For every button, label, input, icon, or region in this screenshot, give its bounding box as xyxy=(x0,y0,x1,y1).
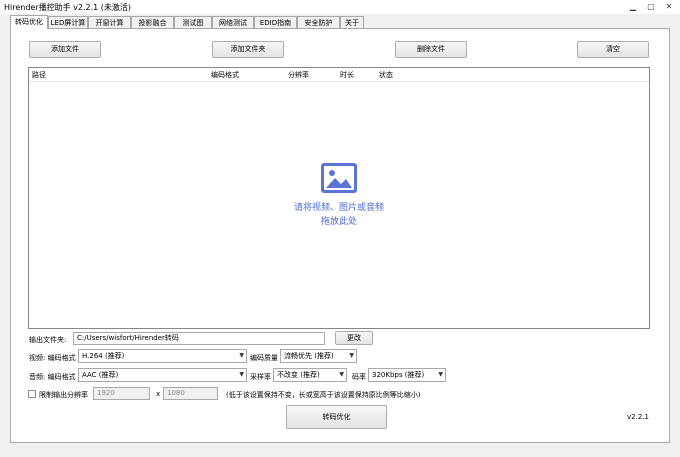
audio-samplerate-select[interactable]: 不改变 (推荐) ▼ xyxy=(273,368,347,382)
list-header: 路径 编码格式 分辨率 时长 状态 xyxy=(29,68,649,82)
limit-resolution-label: 限制输出分辨率 xyxy=(39,391,88,399)
tab-test-pattern[interactable]: 测试图 xyxy=(174,16,212,28)
window-title: Hirender播控助手 v2.2.1 (未激活) xyxy=(4,3,132,12)
limit-width-field[interactable]: 1920 xyxy=(93,387,150,400)
title-bar: Hirender播控助手 v2.2.1 (未激活) ▁ ▢ ✕ xyxy=(0,0,680,14)
video-codec-select[interactable]: H.264 (推荐) ▼ xyxy=(78,349,247,363)
minimize-icon[interactable]: ▁ xyxy=(627,1,639,12)
audio-samplerate-label: 采样率 xyxy=(250,373,271,381)
tab-projection-blend[interactable]: 投影融合 xyxy=(131,16,174,28)
change-folder-button[interactable]: 更改 xyxy=(335,331,373,345)
audio-bitrate-value: 320Kbps (推荐) xyxy=(372,371,425,379)
limit-height-field[interactable]: 1080 xyxy=(163,387,218,400)
image-icon xyxy=(321,163,357,193)
video-quality-select[interactable]: 流畅优先 (推荐) ▼ xyxy=(280,349,357,363)
drop-hint-line1: 请将视频、图片或音频 xyxy=(293,203,384,213)
add-folder-button[interactable]: 添加文件夹 xyxy=(212,41,284,58)
audio-codec-label: 音频: 编码格式 xyxy=(29,373,76,381)
chevron-down-icon: ▼ xyxy=(239,352,244,359)
video-codec-label: 视频: 编码格式 xyxy=(29,354,76,362)
tab-about[interactable]: 关于 xyxy=(340,16,364,28)
drop-hint-line2: 拖放此处 xyxy=(320,217,357,227)
version-label: v2.2.1 xyxy=(627,413,649,421)
chevron-down-icon: ▼ xyxy=(349,352,354,359)
column-path[interactable]: 路径 xyxy=(32,70,46,80)
delete-file-button[interactable]: 删除文件 xyxy=(395,41,467,58)
close-icon[interactable]: ✕ xyxy=(663,1,675,12)
tab-window-calc[interactable]: 开窗计算 xyxy=(88,16,131,28)
tab-edid-guide[interactable]: EDID指南 xyxy=(254,16,297,28)
start-transcode-button[interactable]: 转码优化 xyxy=(286,405,387,429)
video-quality-value: 流畅优先 (推荐) xyxy=(284,352,334,360)
drop-zone[interactable]: 请将视频、图片或音频 拖放此处 xyxy=(29,163,649,229)
column-duration[interactable]: 时长 xyxy=(340,70,354,80)
dimension-separator: x xyxy=(156,390,161,398)
column-codec[interactable]: 编码格式 xyxy=(211,70,239,80)
audio-samplerate-value: 不改变 (推荐) xyxy=(277,371,320,379)
add-file-button[interactable]: 添加文件 xyxy=(29,41,101,58)
chevron-down-icon: ▼ xyxy=(438,371,443,378)
chevron-down-icon: ▼ xyxy=(239,371,244,378)
limit-resolution-checkbox[interactable] xyxy=(28,390,36,398)
file-list[interactable]: 路径 编码格式 分辨率 时长 状态 请将视频、图片或音频 拖放此处 xyxy=(28,67,650,329)
audio-codec-select[interactable]: AAC (推荐) ▼ xyxy=(78,368,247,382)
video-quality-label: 编码质量 xyxy=(250,354,278,362)
limit-resolution-hint: (低于该设置保持不变，长或宽高于该设置保持原比例等比缩小) xyxy=(226,391,421,399)
chevron-down-icon: ▼ xyxy=(339,371,344,378)
tab-led-calc[interactable]: LED屏计算 xyxy=(48,16,88,28)
output-folder-field[interactable]: C:/Users/wisfort/Hirender转码 xyxy=(73,332,325,345)
tab-transcode[interactable]: 转码优化 xyxy=(10,15,48,29)
audio-bitrate-label: 码率 xyxy=(352,373,366,381)
clear-button[interactable]: 清空 xyxy=(577,41,649,58)
tab-security[interactable]: 安全防护 xyxy=(297,16,340,28)
video-codec-value: H.264 (推荐) xyxy=(82,352,125,360)
column-status[interactable]: 状态 xyxy=(379,70,393,80)
maximize-icon[interactable]: ▢ xyxy=(645,1,657,12)
audio-bitrate-select[interactable]: 320Kbps (推荐) ▼ xyxy=(368,368,446,382)
column-resolution[interactable]: 分辨率 xyxy=(288,70,309,80)
audio-codec-value: AAC (推荐) xyxy=(82,371,119,379)
output-folder-label: 输出文件夹: xyxy=(29,336,67,344)
tab-network-test[interactable]: 网络测试 xyxy=(212,16,254,28)
